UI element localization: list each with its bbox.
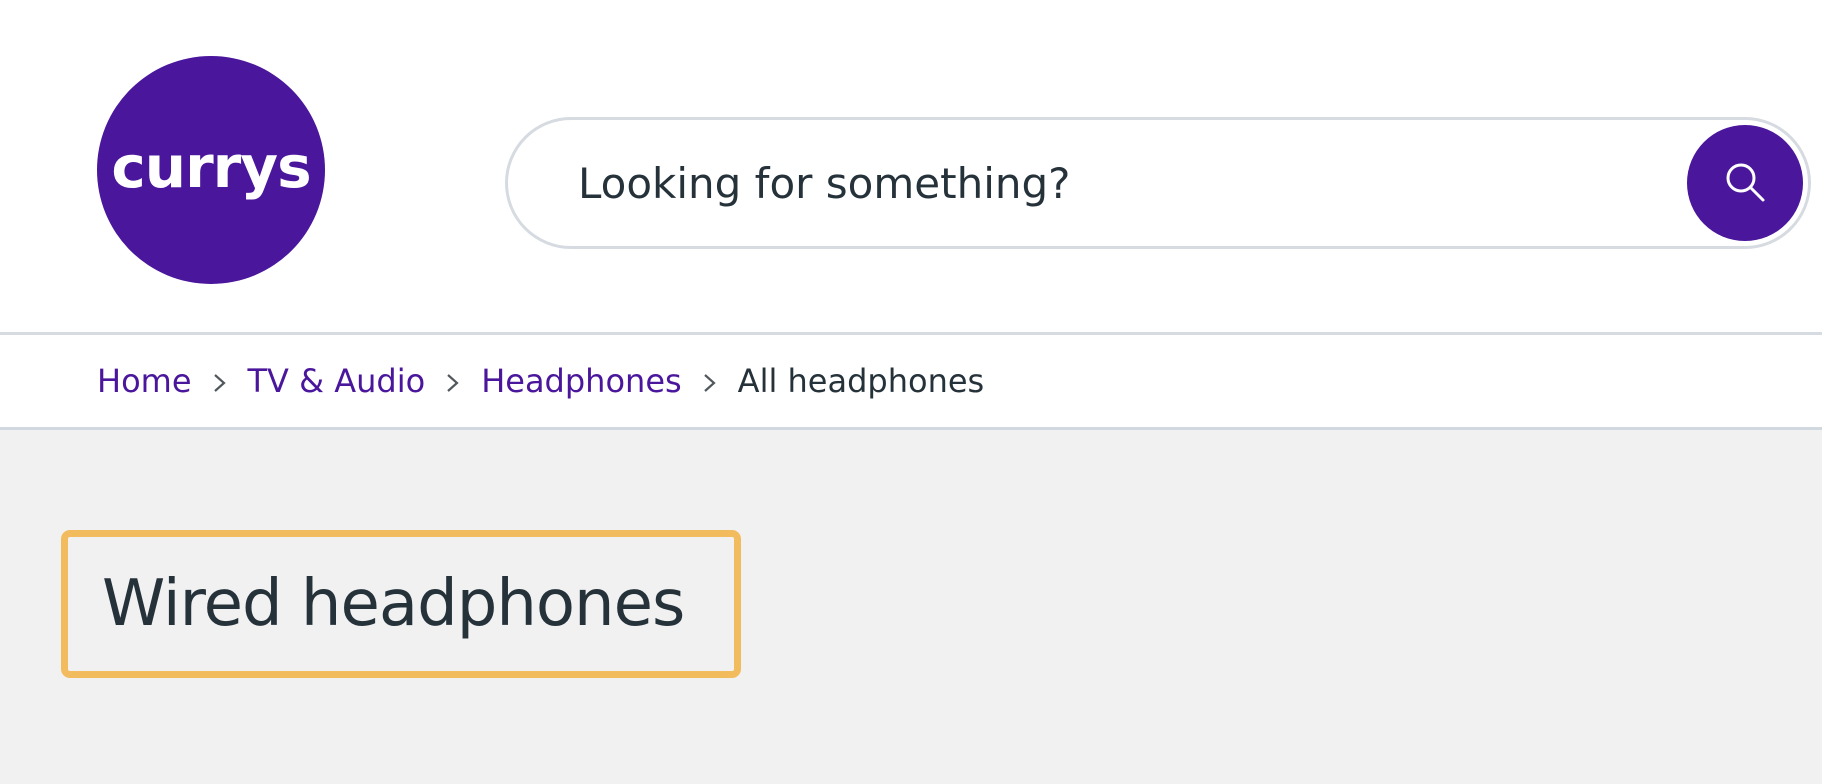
logo-text: currys [111,133,311,201]
breadcrumb-home[interactable]: Home [97,362,192,400]
breadcrumb-bar: Home TV & Audio Headphones All headphone… [0,332,1822,430]
search-icon [1722,159,1768,208]
chevron-right-icon [682,362,738,400]
breadcrumb: Home TV & Audio Headphones All headphone… [97,335,984,427]
search-button[interactable] [1687,125,1803,241]
highlighted-title-box: Wired headphones [61,530,741,678]
chevron-right-icon [425,362,481,400]
main-content: Wired headphones [0,430,1822,784]
chevron-right-icon [192,362,248,400]
breadcrumb-tv-audio[interactable]: TV & Audio [248,362,426,400]
breadcrumb-current: All headphones [737,362,985,400]
search-input[interactable] [578,120,1638,246]
search-bar [505,117,1811,249]
page-title: Wired headphones [102,567,685,641]
currys-logo[interactable]: currys [97,56,325,284]
breadcrumb-headphones[interactable]: Headphones [481,362,681,400]
site-header: currys [0,0,1822,334]
